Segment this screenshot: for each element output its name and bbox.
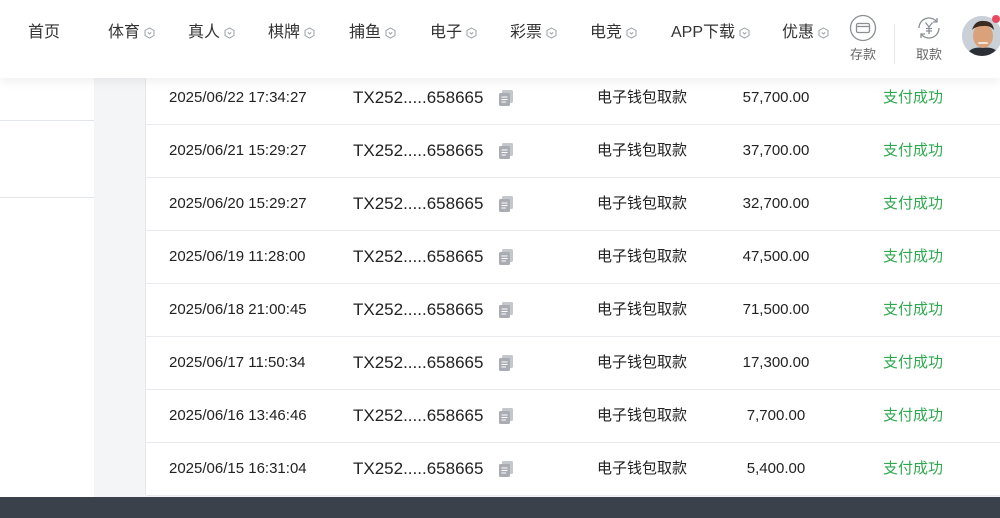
nav-fishing[interactable]: 捕鱼	[349, 22, 396, 44]
record-id: TX252.....658665	[353, 459, 484, 478]
record-id: TX252.....658665	[353, 406, 484, 425]
copy-icon[interactable]	[499, 355, 513, 371]
table-row: 2025/06/18 21:00:45 TX252.....658665 电子钱…	[146, 284, 1000, 337]
record-status: 支付成功	[883, 460, 944, 477]
record-id: TX252.....658665	[353, 88, 484, 107]
record-type: 电子钱包取款	[597, 460, 688, 477]
table-row: 2025/06/17 11:50:34 TX252.....658665 电子钱…	[146, 337, 1000, 390]
nav-lottery[interactable]: 彩票	[510, 22, 557, 44]
table-row: 2025/06/16 13:46:46 TX252.....658665 电子钱…	[146, 390, 1000, 443]
copy-icon[interactable]	[499, 143, 513, 159]
nav-sports[interactable]: 体育	[108, 22, 155, 44]
copy-icon[interactable]	[499, 249, 513, 265]
record-type: 电子钱包取款	[597, 407, 688, 424]
nav-cards[interactable]: 棋牌	[268, 22, 315, 44]
record-type: 电子钱包取款	[597, 248, 688, 265]
bottom-bar	[0, 497, 1000, 518]
hexagon-chevron-icon	[739, 27, 750, 39]
hexagon-chevron-icon	[626, 27, 637, 39]
deposit-label: 存款	[849, 47, 876, 62]
record-amount: 5,400.00	[746, 460, 806, 477]
record-status: 支付成功	[883, 248, 944, 265]
table-row: 2025/06/21 15:29:27 TX252.....658665 电子钱…	[146, 125, 1000, 178]
withdraw-label: 取款	[915, 47, 942, 62]
hexagon-chevron-icon	[224, 27, 235, 39]
nav-app-download[interactable]: APP下载	[671, 22, 750, 44]
hexagon-chevron-icon	[144, 27, 155, 39]
record-time: 2025/06/20 15:29:27	[169, 195, 307, 212]
record-time: 2025/06/19 11:28:00	[169, 248, 306, 265]
top-nav: 首页 体育 真人 棋牌 捕鱼 电子 彩票 电竞 APP下载 优惠 存款 取款	[0, 0, 1000, 78]
record-type: 电子钱包取款	[597, 89, 688, 106]
record-time: 2025/06/17 11:50:34	[169, 354, 306, 371]
record-status: 支付成功	[883, 301, 944, 318]
table-row: 2025/06/15 16:31:04 TX252.....658665 电子钱…	[146, 443, 1000, 496]
copy-icon[interactable]	[499, 302, 513, 318]
side-panel	[0, 78, 94, 498]
record-status: 支付成功	[883, 354, 944, 371]
hexagon-chevron-icon	[385, 27, 396, 39]
record-amount: 37,700.00	[742, 142, 810, 159]
record-type: 电子钱包取款	[597, 354, 688, 371]
record-time: 2025/06/18 21:00:45	[169, 301, 307, 318]
record-time: 2025/06/21 15:29:27	[169, 142, 307, 159]
hexagon-chevron-icon	[818, 27, 829, 39]
hexagon-chevron-icon	[546, 27, 557, 39]
record-amount: 71,500.00	[742, 301, 810, 318]
record-amount: 57,700.00	[742, 89, 810, 106]
record-time: 2025/06/15 16:31:04	[169, 460, 307, 477]
record-type: 电子钱包取款	[597, 195, 688, 212]
record-status: 支付成功	[883, 195, 944, 212]
record-amount: 47,500.00	[742, 248, 810, 265]
nav-live-casino[interactable]: 真人	[188, 22, 235, 44]
record-amount: 17,300.00	[742, 354, 810, 371]
table-row: 2025/06/19 11:28:00 TX252.....658665 电子钱…	[146, 231, 1000, 284]
side-divider	[0, 120, 94, 121]
record-status: 支付成功	[883, 407, 944, 424]
record-id: TX252.....658665	[353, 300, 484, 319]
record-id: TX252.....658665	[353, 194, 484, 213]
record-status: 支付成功	[883, 142, 944, 159]
record-id: TX252.....658665	[353, 247, 484, 266]
transaction-table: 2025/06/22 17:34:27 TX252.....658665 电子钱…	[145, 72, 1000, 496]
nav-promotions[interactable]: 优惠	[782, 22, 829, 44]
side-divider	[0, 197, 94, 198]
copy-icon[interactable]	[499, 461, 513, 477]
copy-icon[interactable]	[499, 90, 513, 106]
record-id: TX252.....658665	[353, 141, 484, 160]
table-row: 2025/06/20 15:29:27 TX252.....658665 电子钱…	[146, 178, 1000, 231]
record-type: 电子钱包取款	[597, 301, 688, 318]
nav-home[interactable]: 首页	[28, 22, 60, 44]
copy-icon[interactable]	[499, 408, 513, 424]
record-time: 2025/06/22 17:34:27	[169, 89, 307, 106]
copy-icon[interactable]	[499, 196, 513, 212]
record-amount: 32,700.00	[742, 195, 810, 212]
card-icon	[849, 14, 877, 42]
record-id: TX252.....658665	[353, 353, 484, 372]
hexagon-chevron-icon	[466, 27, 477, 39]
deposit-button[interactable]: 存款	[841, 14, 885, 63]
toolbar-divider	[894, 24, 895, 64]
withdraw-button[interactable]: 取款	[907, 14, 951, 63]
nav-esports[interactable]: 电竞	[590, 22, 637, 44]
hexagon-chevron-icon	[304, 27, 315, 39]
record-status: 支付成功	[883, 89, 944, 106]
yen-exchange-icon	[918, 17, 940, 39]
record-amount: 7,700.00	[746, 407, 806, 424]
record-type: 电子钱包取款	[597, 142, 688, 159]
record-time: 2025/06/16 13:46:46	[169, 407, 307, 424]
notification-dot	[992, 15, 1000, 23]
nav-slots[interactable]: 电子	[430, 22, 477, 44]
table-row: 2025/06/22 17:34:27 TX252.....658665 电子钱…	[146, 72, 1000, 125]
